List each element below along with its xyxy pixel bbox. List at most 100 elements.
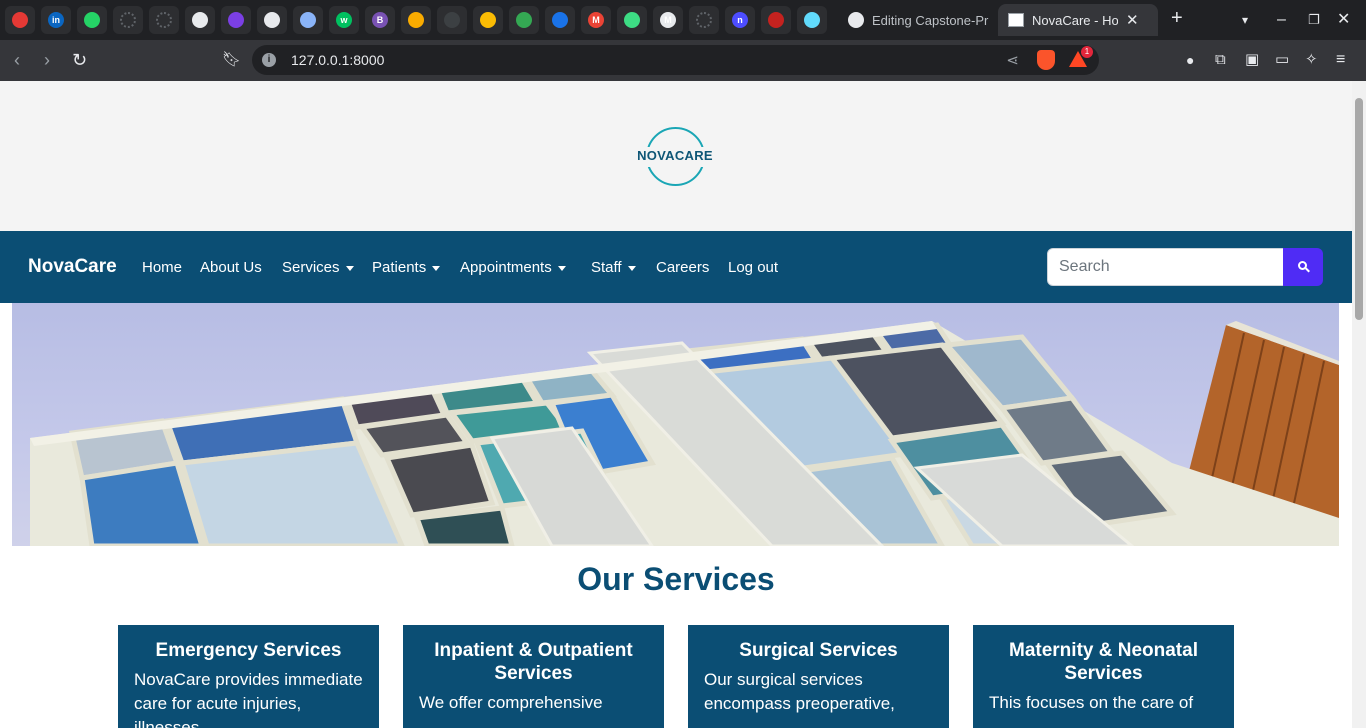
share-icon[interactable]: ⋖ <box>1006 51 1019 69</box>
back-button[interactable]: ‹ <box>14 50 20 70</box>
page-scrollbar[interactable] <box>1352 81 1366 728</box>
close-window-button[interactable]: ✕ <box>1337 10 1350 30</box>
chevron-down-icon <box>557 265 566 271</box>
gmail-icon: M <box>588 12 604 28</box>
pinned-tab[interactable] <box>77 6 107 34</box>
loading-icon <box>696 12 712 28</box>
card-title: Surgical Services <box>739 640 898 661</box>
nav-services-dropdown[interactable]: Services <box>282 259 354 276</box>
loading-icon <box>120 12 136 28</box>
logo[interactable]: NOVACARE <box>620 148 730 163</box>
tab-strip: in w B M Mn Editing Capstone-Pr NovaCare - H… <box>0 0 1366 40</box>
nav-staff-dropdown[interactable]: Staff <box>591 259 636 276</box>
brave-shields-icon[interactable] <box>1037 50 1055 70</box>
pinned-tab[interactable] <box>257 6 287 34</box>
pinned-tab[interactable]: in <box>41 6 71 34</box>
new-tab-button[interactable]: + <box>1171 8 1183 28</box>
pinned-tab[interactable] <box>185 6 215 34</box>
close-tab-icon[interactable]: ✕ <box>1126 11 1139 29</box>
logo-header: NOVACARE <box>0 81 1352 231</box>
card-text: This focuses on the care of <box>989 693 1194 712</box>
globe-icon <box>552 12 568 28</box>
red-circle-g-icon <box>12 12 28 28</box>
nav-log-out[interactable]: Log out <box>728 259 778 276</box>
tab-novacare-home[interactable]: NovaCare - Home ✕ <box>998 4 1158 36</box>
reload-button[interactable]: ↻ <box>72 50 87 70</box>
tab-search-icon[interactable]: ▾ <box>1242 10 1248 30</box>
address-bar[interactable]: i 127.0.0.1:8000 ⋖ 1 <box>252 45 1099 75</box>
pinned-tab[interactable]: B <box>365 6 395 34</box>
drive-icon <box>480 12 496 28</box>
pinned-tab[interactable]: n <box>725 6 755 34</box>
scrollbar-thumb[interactable] <box>1355 98 1363 320</box>
leo-icon[interactable]: ✧ <box>1305 50 1318 70</box>
tab-github-editing[interactable]: Editing Capstone-Pr <box>838 4 1000 36</box>
pinned-tab[interactable]: w <box>329 6 359 34</box>
building-illustration <box>30 321 1339 546</box>
pinned-tab[interactable] <box>221 6 251 34</box>
card-text: NovaCare provides immediate care for acu… <box>134 670 363 728</box>
wallet-icon[interactable]: ▭ <box>1275 50 1289 70</box>
menu-icon[interactable]: ≡ <box>1336 50 1345 70</box>
sidebar-icon[interactable]: ▣ <box>1245 50 1259 70</box>
nav-patients-dropdown[interactable]: Patients <box>372 259 441 276</box>
rewards-badge: 1 <box>1081 46 1093 58</box>
android-icon <box>624 12 640 28</box>
pinned-tab[interactable] <box>761 6 791 34</box>
card-text: We offer comprehensive <box>419 693 603 712</box>
card-title: Inpatient & Outpatient Services <box>434 640 633 684</box>
nav-appointments-dropdown[interactable]: Appointments <box>460 259 566 276</box>
nav-about-us[interactable]: About Us <box>200 259 262 276</box>
pinned-tab[interactable] <box>617 6 647 34</box>
pinned-tab[interactable] <box>113 6 143 34</box>
pinned-tab[interactable] <box>509 6 539 34</box>
services-heading: Our Services <box>577 561 775 597</box>
loading-icon <box>156 12 172 28</box>
medium-icon: M <box>660 12 676 28</box>
navbar-brand[interactable]: NovaCare <box>28 256 117 278</box>
search-input[interactable] <box>1047 248 1284 286</box>
minimize-button[interactable]: ‒ <box>1277 10 1286 30</box>
service-card-surgical[interactable]: Surgical Services Our surgical services … <box>688 625 949 728</box>
pinned-tab[interactable] <box>437 6 467 34</box>
page-viewport: NOVACARE NovaCare Home About Us Services… <box>0 81 1352 728</box>
pinned-tab[interactable] <box>473 6 503 34</box>
chevron-down-icon <box>627 265 636 271</box>
bookmark-icon[interactable]: 🔖︎ <box>222 50 241 70</box>
main-navbar: NovaCare Home About Us Services Patients… <box>0 231 1352 303</box>
maximize-button[interactable]: ❐ <box>1308 10 1320 30</box>
drive-icon <box>516 12 532 28</box>
github-icon <box>848 12 864 28</box>
site-info-icon[interactable]: i <box>262 53 276 67</box>
pinned-tab[interactable]: M <box>653 6 683 34</box>
forward-button[interactable]: › <box>44 50 50 70</box>
hero-image-building <box>12 303 1339 546</box>
pinned-tab[interactable] <box>293 6 323 34</box>
tab-title: Editing Capstone-Pr <box>872 12 989 28</box>
pinned-tab[interactable] <box>797 6 827 34</box>
nav-careers[interactable]: Careers <box>656 259 709 276</box>
card-text: Our surgical services encompass preopera… <box>704 670 895 713</box>
chevron-down-icon <box>345 265 354 271</box>
pinned-tab[interactable] <box>5 6 35 34</box>
pinned-tab[interactable] <box>149 6 179 34</box>
nav-home[interactable]: Home <box>142 259 182 276</box>
pinned-tab[interactable] <box>689 6 719 34</box>
search-button[interactable] <box>1283 248 1323 286</box>
pinned-tab[interactable] <box>401 6 431 34</box>
gemini-icon <box>300 12 316 28</box>
service-card-inpatient-outpatient[interactable]: Inpatient & Outpatient Services We offer… <box>403 625 664 728</box>
card-title: Emergency Services <box>155 640 342 661</box>
url-text[interactable]: 127.0.0.1:8000 <box>291 52 384 68</box>
service-card-emergency[interactable]: Emergency Services NovaCare provides imm… <box>118 625 379 728</box>
extension-icon[interactable]: ● <box>1186 50 1194 70</box>
chatgpt-icon <box>264 12 280 28</box>
wellfound-icon: w <box>336 12 352 28</box>
puzzle-icon[interactable]: ⧉ <box>1215 50 1226 70</box>
pinned-tab[interactable] <box>545 6 575 34</box>
service-card-maternity-neonatal[interactable]: Maternity & Neonatal Services This focus… <box>973 625 1234 728</box>
react-icon <box>804 12 820 28</box>
pinned-tab[interactable]: M <box>581 6 611 34</box>
whatsapp-icon <box>84 12 100 28</box>
colorwheel-icon <box>408 12 424 28</box>
